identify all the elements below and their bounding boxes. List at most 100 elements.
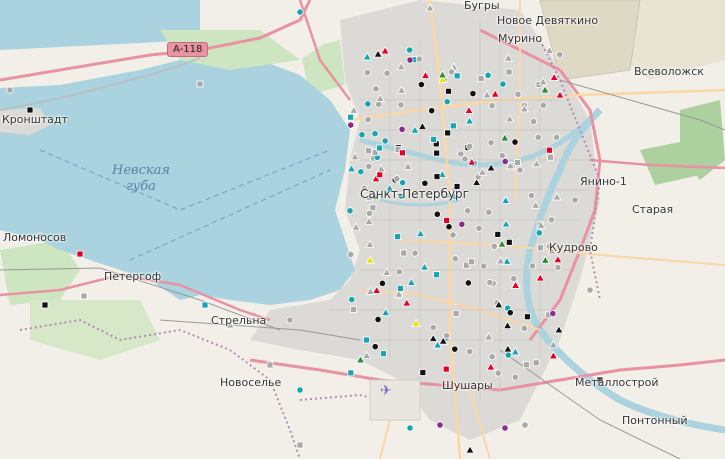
poi-marker[interactable]: [421, 179, 429, 187]
poi-marker[interactable]: [451, 255, 459, 263]
poi-marker[interactable]: [475, 224, 483, 232]
poi-marker[interactable]: [347, 369, 355, 377]
poi-marker[interactable]: [498, 151, 506, 160]
poi-marker[interactable]: [529, 117, 538, 126]
poi-marker[interactable]: [510, 347, 521, 356]
poi-marker[interactable]: [347, 113, 355, 121]
poi-marker[interactable]: [433, 173, 441, 180]
poi-marker[interactable]: [469, 89, 477, 98]
poi-marker[interactable]: [464, 207, 472, 215]
poi-marker[interactable]: [544, 45, 555, 55]
poi-marker[interactable]: [504, 114, 515, 123]
poi-marker[interactable]: [417, 121, 428, 130]
poi-marker[interactable]: [500, 133, 510, 142]
poi-marker[interactable]: [465, 142, 474, 150]
poi-marker[interactable]: [351, 222, 361, 231]
poi-marker[interactable]: [376, 144, 383, 152]
poi-marker[interactable]: [400, 249, 408, 257]
poi-marker[interactable]: [511, 138, 519, 146]
poi-marker[interactable]: [397, 285, 404, 292]
poi-marker[interactable]: [406, 424, 414, 432]
poi-marker[interactable]: [535, 229, 543, 237]
poi-marker[interactable]: [411, 249, 419, 257]
poi-marker[interactable]: [486, 362, 496, 371]
poi-marker[interactable]: [436, 421, 444, 429]
poi-marker[interactable]: [376, 164, 386, 173]
poi-marker[interactable]: [365, 209, 374, 217]
poi-marker[interactable]: [415, 228, 426, 238]
poi-marker[interactable]: [490, 89, 500, 98]
poi-marker[interactable]: [540, 255, 551, 264]
poi-marker[interactable]: [348, 295, 356, 304]
poi-marker[interactable]: [381, 307, 391, 317]
poi-marker[interactable]: [6, 86, 14, 94]
poi-marker[interactable]: [296, 441, 304, 449]
poi-marker[interactable]: [548, 351, 559, 360]
poi-marker[interactable]: [548, 340, 558, 349]
poi-marker[interactable]: [296, 386, 304, 394]
poi-marker[interactable]: [537, 244, 545, 252]
poi-marker[interactable]: [480, 262, 488, 270]
poi-marker[interactable]: [501, 157, 509, 166]
map-view[interactable]: Бугры Новое Девяткино Мурино Всеволожск …: [0, 0, 725, 459]
poi-marker[interactable]: [403, 161, 413, 170]
poi-marker[interactable]: [464, 279, 472, 287]
poi-marker[interactable]: [457, 150, 465, 158]
poi-marker[interactable]: [371, 343, 379, 351]
poi-marker[interactable]: [452, 310, 460, 317]
poi-marker[interactable]: [497, 239, 507, 248]
poi-marker[interactable]: [445, 223, 453, 231]
poi-marker[interactable]: [378, 279, 387, 287]
poi-marker[interactable]: [510, 275, 518, 283]
poi-marker[interactable]: [483, 332, 494, 341]
poi-marker[interactable]: [554, 325, 564, 334]
poi-marker[interactable]: [445, 87, 452, 95]
poi-marker[interactable]: [527, 192, 536, 200]
poi-marker[interactable]: [381, 137, 389, 145]
poi-marker[interactable]: [503, 344, 513, 353]
poi-marker[interactable]: [349, 105, 359, 114]
poi-marker[interactable]: [410, 125, 420, 134]
poi-marker[interactable]: [430, 135, 437, 143]
poi-marker[interactable]: [346, 207, 354, 215]
poi-marker[interactable]: [465, 445, 475, 454]
poi-marker[interactable]: [534, 133, 542, 141]
poi-marker[interactable]: [428, 333, 438, 342]
poi-marker[interactable]: [362, 350, 372, 360]
poi-marker[interactable]: [394, 233, 402, 241]
poi-marker[interactable]: [451, 345, 459, 353]
poi-marker[interactable]: [505, 238, 513, 246]
poi-marker[interactable]: [552, 133, 561, 141]
poi-marker[interactable]: [415, 55, 424, 63]
poi-marker[interactable]: [494, 231, 502, 238]
poi-marker[interactable]: [396, 85, 407, 94]
poi-marker[interactable]: [347, 121, 355, 129]
poi-marker[interactable]: [444, 129, 452, 137]
poi-marker[interactable]: [490, 242, 498, 250]
poi-marker[interactable]: [383, 69, 391, 77]
poi-marker[interactable]: [443, 98, 451, 106]
poi-marker[interactable]: [514, 90, 522, 98]
poi-marker[interactable]: [506, 309, 514, 317]
poi-marker[interactable]: [406, 46, 414, 54]
poi-marker[interactable]: [398, 125, 406, 133]
poi-marker[interactable]: [350, 151, 360, 161]
poi-marker[interactable]: [365, 162, 373, 170]
poi-marker[interactable]: [532, 359, 540, 367]
poi-marker[interactable]: [382, 267, 392, 276]
poi-marker[interactable]: [347, 250, 355, 259]
poi-marker[interactable]: [437, 70, 448, 79]
poi-marker[interactable]: [420, 70, 431, 79]
poi-marker[interactable]: [372, 85, 380, 93]
poi-marker[interactable]: [406, 277, 417, 286]
poi-marker[interactable]: [464, 105, 474, 114]
poi-marker[interactable]: [504, 351, 512, 359]
poi-marker[interactable]: [520, 324, 529, 332]
poi-marker[interactable]: [458, 220, 466, 228]
poi-marker[interactable]: [571, 196, 579, 204]
poi-marker[interactable]: [535, 273, 545, 282]
poi-marker[interactable]: [524, 313, 531, 321]
poi-marker[interactable]: [477, 167, 488, 176]
poi-marker[interactable]: [501, 195, 511, 204]
poi-marker[interactable]: [76, 250, 84, 258]
